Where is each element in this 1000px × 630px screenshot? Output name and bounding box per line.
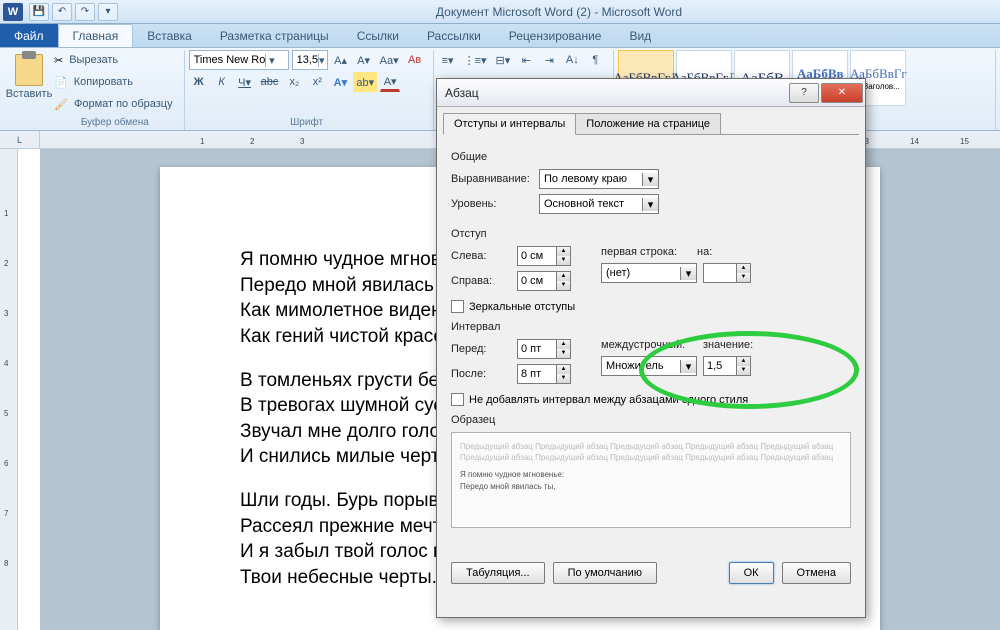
show-marks-icon[interactable]: ¶	[585, 50, 605, 70]
copy-button[interactable]: Копировать	[71, 72, 136, 92]
copy-icon: 📄	[54, 76, 68, 89]
font-size-combo[interactable]: 13,5▾	[292, 50, 328, 70]
qat-more-icon[interactable]: ▾	[98, 3, 118, 21]
section-general: Общие	[451, 151, 851, 163]
tab-file[interactable]: Файл	[0, 24, 58, 47]
tabs-button[interactable]: Табуляция...	[451, 562, 545, 584]
tab-mailings[interactable]: Рассылки	[413, 24, 495, 47]
dialog-title: Абзац	[445, 86, 479, 100]
shrink-font-icon[interactable]: A▾	[354, 50, 374, 70]
ruler-vertical[interactable]: 123 456 78	[0, 149, 18, 630]
cut-button[interactable]: Вырезать	[66, 50, 121, 70]
line-spacing-combo[interactable]: Множитель▾	[601, 356, 697, 376]
undo-icon[interactable]: ↶	[52, 3, 72, 21]
indent-by-spinner[interactable]: ▲▼	[703, 263, 751, 283]
quick-access-toolbar: 💾 ↶ ↷ ▾	[29, 3, 118, 21]
before-spinner[interactable]: 0 пт▲▼	[517, 339, 571, 359]
paste-icon	[15, 54, 43, 86]
bullets-icon[interactable]: ≡▾	[438, 50, 458, 70]
numbering-icon[interactable]: ⋮≡▾	[461, 50, 490, 70]
save-icon[interactable]: 💾	[29, 3, 49, 21]
paste-button[interactable]: Вставить	[8, 50, 50, 130]
bold-button[interactable]: Ж	[189, 72, 209, 92]
highlight-icon[interactable]: ab▾	[353, 72, 377, 92]
no-space-checkbox[interactable]: Не добавлять интервал между абзацами одн…	[451, 393, 851, 406]
word-icon: W	[3, 3, 23, 21]
change-case-icon[interactable]: Aa▾	[377, 50, 402, 70]
cancel-button[interactable]: Отмена	[782, 562, 851, 584]
multilevel-icon[interactable]: ⊟▾	[493, 50, 514, 70]
format-painter-button[interactable]: Формат по образцу	[71, 94, 176, 114]
indent-right-label: Справа:	[451, 275, 511, 287]
text-effects-icon[interactable]: A▾	[330, 72, 350, 92]
grow-font-icon[interactable]: A▴	[331, 50, 351, 70]
dialog-body: Общие Выравнивание: По левому краю▾ Уров…	[443, 134, 859, 594]
dlg-tab-indents[interactable]: Отступы и интервалы	[443, 113, 576, 135]
paragraph-dialog: Абзац ? ✕ Отступы и интервалы Положение …	[436, 78, 866, 618]
first-line-combo[interactable]: (нет)▾	[601, 263, 697, 283]
help-icon[interactable]: ?	[789, 83, 819, 103]
tab-insert[interactable]: Вставка	[133, 24, 206, 47]
at-label: значение:	[703, 339, 753, 351]
level-combo[interactable]: Основной текст▾	[539, 194, 659, 214]
section-preview: Образец	[451, 414, 851, 426]
alignment-label: Выравнивание:	[451, 173, 533, 185]
close-icon[interactable]: ✕	[821, 83, 863, 103]
subscript-button[interactable]: x₂	[284, 72, 304, 92]
default-button[interactable]: По умолчанию	[553, 562, 657, 584]
indent-by-label: на:	[697, 246, 727, 258]
preview-box: Предыдущий абзац Предыдущий абзац Предыд…	[451, 432, 851, 528]
brush-icon: 🖌	[54, 98, 68, 111]
group-label-clipboard: Буфер обмена	[54, 117, 176, 130]
ribbon-tabs: Файл Главная Вставка Разметка страницы С…	[0, 24, 1000, 48]
indent-left-spinner[interactable]: 0 см▲▼	[517, 246, 571, 266]
mirror-indents-checkbox[interactable]: Зеркальные отступы	[451, 300, 851, 313]
superscript-button[interactable]: x²	[307, 72, 327, 92]
indent-right-spinner[interactable]: 0 см▲▼	[517, 271, 571, 291]
group-font: Times New Ro▾ 13,5▾ A▴ A▾ Aa▾ Aʙ Ж К Ч▾ …	[185, 50, 434, 130]
section-spacing: Интервал	[451, 321, 851, 333]
line-spacing-label: междустрочный:	[601, 339, 697, 351]
first-line-label: первая строка:	[601, 246, 691, 258]
cut-icon: ✂	[54, 54, 63, 67]
redo-icon[interactable]: ↷	[75, 3, 95, 21]
clear-format-icon[interactable]: Aʙ	[405, 50, 425, 70]
indent-inc-icon[interactable]: ⇥	[539, 50, 559, 70]
alignment-combo[interactable]: По левому краю▾	[539, 169, 659, 189]
tab-review[interactable]: Рецензирование	[495, 24, 616, 47]
group-label-font: Шрифт	[189, 117, 425, 130]
window-title: Документ Microsoft Word (2) - Microsoft …	[118, 5, 1000, 19]
font-color-icon[interactable]: A▾	[380, 72, 400, 92]
strike-button[interactable]: abc	[258, 72, 282, 92]
after-spinner[interactable]: 8 пт▲▼	[517, 364, 571, 384]
dlg-tab-pagination[interactable]: Положение на странице	[575, 113, 721, 135]
level-label: Уровень:	[451, 198, 533, 210]
ok-button[interactable]: ОК	[729, 562, 774, 584]
section-indent: Отступ	[451, 228, 851, 240]
font-name-combo[interactable]: Times New Ro▾	[189, 50, 289, 70]
dialog-tabs: Отступы и интервалы Положение на страниц…	[437, 107, 865, 135]
dialog-title-bar[interactable]: Абзац ? ✕	[437, 79, 865, 107]
indent-dec-icon[interactable]: ⇤	[516, 50, 536, 70]
tab-home[interactable]: Главная	[58, 24, 134, 47]
dialog-footer: Табуляция... По умолчанию ОК Отмена	[451, 562, 851, 584]
after-label: После:	[451, 368, 511, 380]
group-clipboard: Вставить ✂Вырезать 📄Копировать 🖌Формат п…	[4, 50, 185, 130]
sort-icon[interactable]: A↓	[562, 50, 582, 70]
tab-view[interactable]: Вид	[615, 24, 665, 47]
ruler-corner: L	[0, 131, 40, 149]
tab-page-layout[interactable]: Разметка страницы	[206, 24, 343, 47]
title-bar: W 💾 ↶ ↷ ▾ Документ Microsoft Word (2) - …	[0, 0, 1000, 24]
indent-left-label: Слева:	[451, 250, 511, 262]
tab-references[interactable]: Ссылки	[343, 24, 413, 47]
at-spinner[interactable]: 1,5▲▼	[703, 356, 751, 376]
underline-button[interactable]: Ч▾	[235, 72, 255, 92]
italic-button[interactable]: К	[212, 72, 232, 92]
before-label: Перед:	[451, 343, 511, 355]
